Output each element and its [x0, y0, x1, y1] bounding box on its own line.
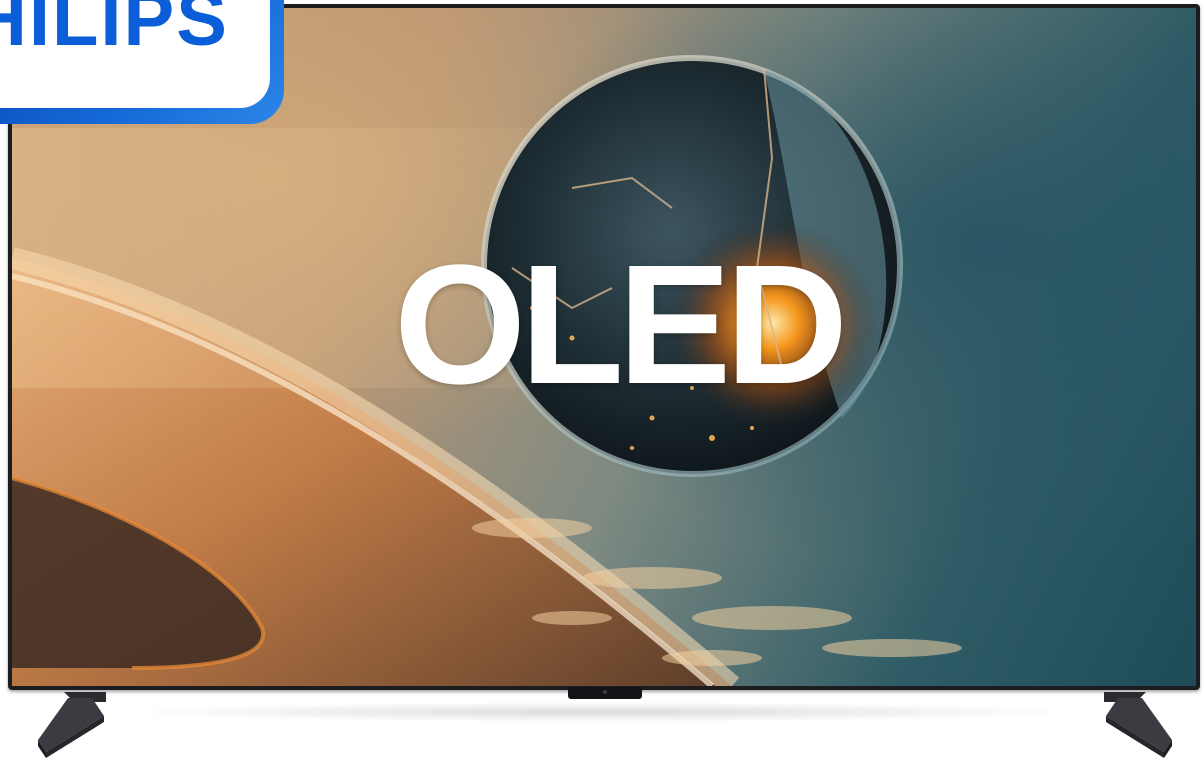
tv-stand-foot-icon — [1096, 688, 1176, 758]
ir-sensor-icon — [568, 687, 642, 699]
tv-stand-foot-icon — [34, 688, 114, 758]
oled-headline: OLED — [393, 230, 848, 420]
brand-badge: HILIPS — [0, 0, 284, 124]
floor-shadow — [120, 702, 1084, 722]
brand-badge-inner: HILIPS — [0, 0, 270, 108]
product-image: OLED HILIPS — [0, 0, 1204, 758]
brand-logo: HILIPS — [0, 0, 229, 62]
